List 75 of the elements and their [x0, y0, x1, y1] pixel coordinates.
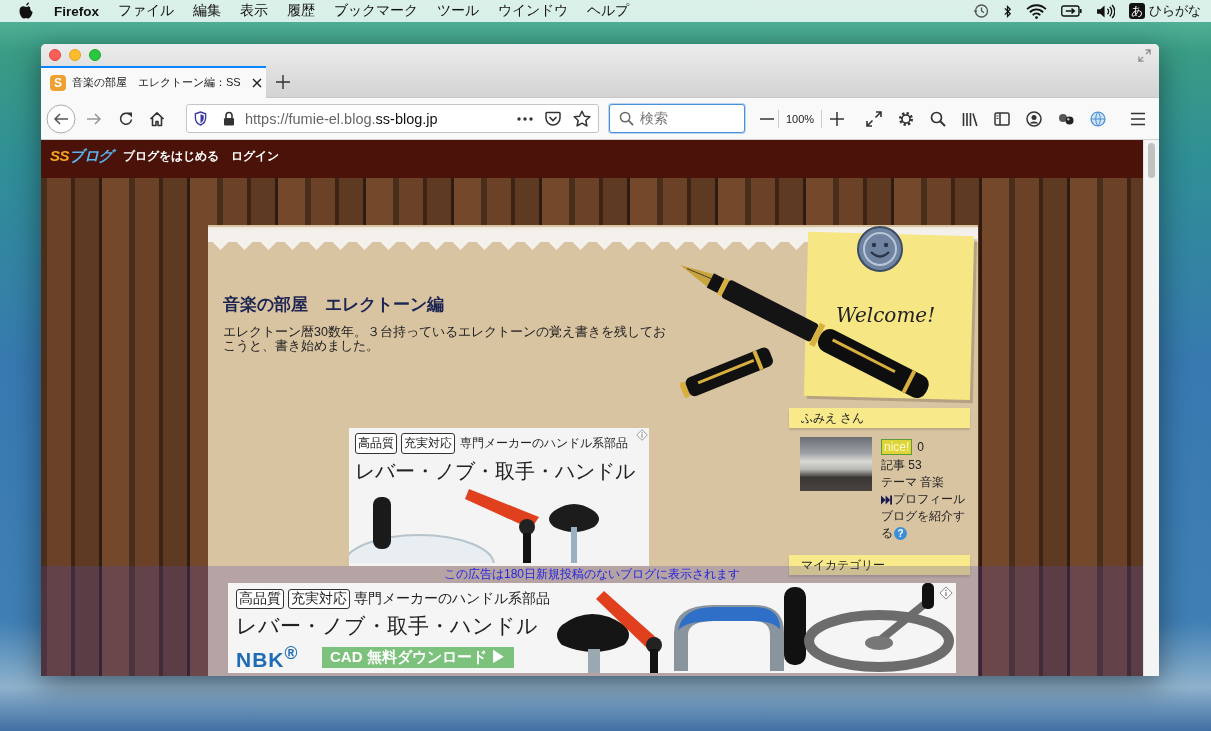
sidebar-heading: ふみえ さん — [789, 408, 970, 428]
scrollbar-thumb[interactable] — [1148, 143, 1155, 178]
menu-icon[interactable] — [1130, 111, 1147, 126]
site-favicon: S — [50, 74, 66, 91]
header-link[interactable]: ログイン — [230, 147, 279, 165]
blog-theme: テーマ 音楽 — [881, 474, 946, 491]
new-tab-icon[interactable] — [276, 74, 290, 89]
bluetooth-icon[interactable] — [1003, 3, 1012, 19]
bookmark-star-icon[interactable] — [573, 110, 591, 127]
ad-headline: レバー・ノブ・取手・ハンドル — [236, 613, 539, 639]
close-window-button[interactable] — [49, 49, 61, 61]
close-tab-icon[interactable] — [252, 77, 262, 88]
pocket-icon[interactable] — [545, 111, 561, 126]
ad-tagline: 専門メーカーのハンドル系部品 — [354, 590, 550, 608]
scrollbar[interactable] — [1143, 140, 1159, 676]
home-icon[interactable] — [149, 110, 165, 127]
expand-arrows-icon[interactable] — [866, 110, 883, 127]
menu-item[interactable]: ヘルプ — [587, 2, 629, 20]
brand-logo: NBK$^{®}$ — [236, 643, 300, 672]
ad-tag: 充実対応 — [400, 433, 455, 454]
more-actions-icon[interactable] — [517, 116, 533, 121]
article-count: 記事 53 — [881, 457, 923, 474]
menu-item[interactable]: ブックマーク — [334, 2, 418, 20]
zoom-reset-button[interactable]: 100% — [783, 112, 818, 125]
blog-description: エレクトーン暦30数年。３台持っているエレクトーンの覚え書きを残しておこうと、書き始めました。 — [223, 325, 667, 353]
account-icon[interactable] — [1026, 110, 1043, 127]
address-bar[interactable]: https://fumie-el.blog.ss-blog.jp — [186, 104, 599, 133]
introduce-blog-link[interactable]: ブログを紹介する ? — [881, 508, 968, 542]
lock-icon[interactable] — [223, 111, 235, 126]
search-icon[interactable] — [930, 110, 947, 127]
ad-banner[interactable]: 高品質 充実対応 専門メーカーのハンドル系部品 レバー・ノブ・取手・ハンドル — [348, 428, 649, 566]
menu-item[interactable]: 表示 — [240, 2, 268, 20]
input-method-icon[interactable]: あ — [1129, 3, 1145, 19]
header-link[interactable]: ブログをはじめる — [122, 147, 219, 165]
blog-title[interactable]: 音楽の部屋 エレクトーン編 — [223, 293, 444, 316]
url-text: https://fumie-el.blog.ss-blog.jp — [245, 110, 438, 127]
menu-item[interactable]: ウインドウ — [498, 2, 568, 20]
globe-icon[interactable] — [1090, 110, 1107, 127]
bottom-ad-banner[interactable]: 高品質 充実対応 専門メーカーのハンドル系部品 レバー・ノブ・取手・ハンドル NBK$^{®}$ CAD 無料ダウンロード ▶ — [228, 583, 956, 673]
ad-tag: 高品質 — [354, 433, 397, 454]
library-icon[interactable] — [962, 110, 979, 127]
menu-item[interactable]: 編集 — [193, 2, 221, 20]
apple-icon[interactable] — [19, 1, 33, 19]
search-icon — [619, 111, 634, 126]
forward-icon[interactable] — [86, 110, 102, 127]
nice-count: 0 — [917, 438, 925, 456]
menu-item[interactable]: 履歴 — [287, 2, 315, 20]
back-icon[interactable] — [46, 103, 76, 134]
reload-icon[interactable] — [118, 110, 134, 127]
fullscreen-icon[interactable] — [1138, 48, 1151, 62]
ad-notice-text: この広告は180日新規投稿のないブログに表示されます — [444, 566, 740, 583]
volume-icon[interactable] — [1096, 3, 1115, 19]
app-menu[interactable]: Firefox — [54, 3, 99, 19]
wifi-icon[interactable] — [1026, 3, 1047, 19]
menu-item[interactable]: ファイル — [118, 2, 174, 20]
skip-forward-icon — [881, 494, 892, 505]
search-field[interactable]: 検索 — [609, 104, 745, 133]
profile-link[interactable]: プロフィール — [893, 491, 965, 508]
clock-icon[interactable] — [973, 3, 989, 19]
battery-icon[interactable] — [1061, 5, 1082, 17]
ad-tagline: 専門メーカーのハンドル系部品 — [459, 435, 628, 452]
settings-icon[interactable] — [898, 110, 915, 127]
photo-placeholder — [800, 437, 872, 491]
zoom-in-icon[interactable] — [830, 111, 845, 126]
shield-icon[interactable] — [194, 111, 207, 126]
menu-item[interactable]: ツール — [437, 2, 479, 20]
ad-tag: 充実対応 — [288, 589, 350, 609]
sidebar-icon[interactable] — [994, 110, 1011, 127]
ad-tag: 高品質 — [236, 589, 284, 609]
info-icon[interactable] — [939, 586, 953, 600]
browser-tab[interactable]: S 音楽の部屋 エレクトーン編：SS — [41, 65, 266, 98]
sidebar-heading: マイカテゴリー — [789, 555, 970, 575]
ad-headline: レバー・ノブ・取手・ハンドル — [354, 459, 635, 484]
note-text: Welcome! — [836, 303, 936, 327]
input-mode-label[interactable]: ひらがな — [1149, 2, 1201, 20]
